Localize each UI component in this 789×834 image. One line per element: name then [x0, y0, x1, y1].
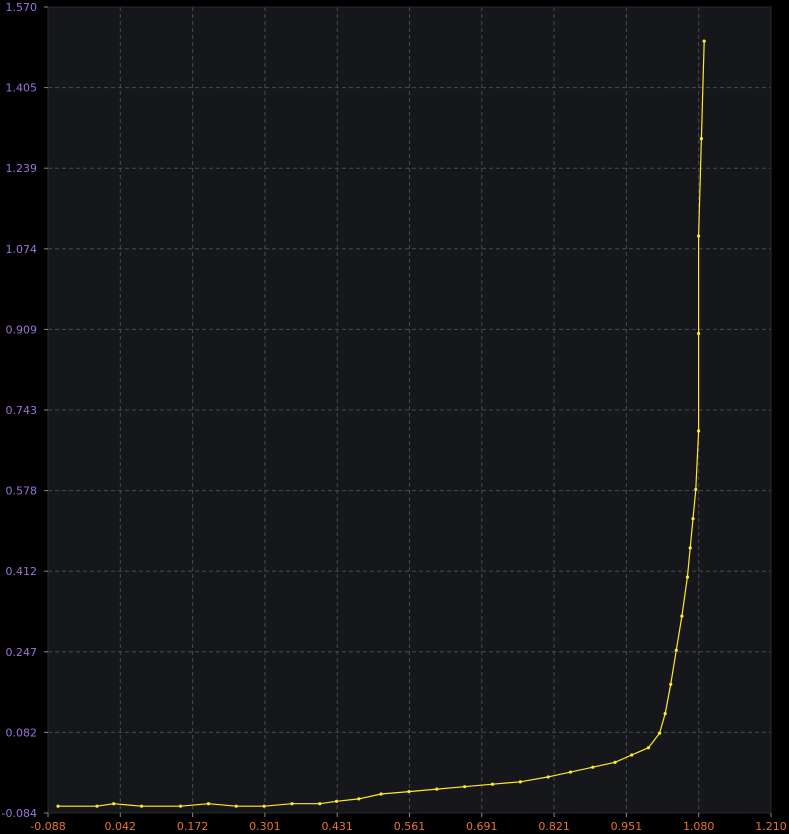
data-point	[657, 731, 662, 735]
chart: -0.088 0.042 0.172 0.301 0.431 0.561 0.691 0.82…	[0, 0, 789, 834]
x-tick-label: 0.172	[177, 820, 209, 833]
y-tick-label: 1.239	[6, 162, 38, 175]
data-point	[178, 804, 183, 808]
data-point	[696, 331, 701, 336]
data-point	[490, 782, 495, 786]
data-point	[112, 802, 116, 806]
data-point	[646, 746, 651, 750]
x-tick-label: 0.691	[466, 820, 498, 833]
data-point	[95, 804, 99, 808]
data-point	[630, 753, 634, 757]
data-point	[262, 804, 266, 808]
x-tick-label: 0.561	[394, 820, 426, 833]
y-tick-label: 0.909	[6, 323, 38, 336]
data-point	[518, 780, 522, 784]
y-tick-label: 0.412	[6, 565, 38, 578]
x-tick-label: 1.210	[755, 820, 787, 833]
y-tick-label: 0.743	[6, 404, 38, 417]
data-point	[613, 760, 617, 764]
data-point	[688, 546, 692, 550]
x-tick-label: 0.431	[321, 820, 353, 833]
data-point	[694, 487, 698, 492]
x-tick-label: 1.080	[683, 820, 715, 833]
data-point	[696, 429, 701, 433]
data-point	[696, 234, 701, 238]
data-point	[669, 682, 673, 686]
x-tick-label: 0.301	[249, 820, 281, 833]
y-tick-label: -0.084	[2, 807, 37, 820]
data-point	[568, 770, 573, 774]
data-point	[435, 787, 439, 791]
data-point	[702, 39, 706, 43]
data-point	[663, 711, 667, 716]
data-point	[357, 797, 361, 801]
x-tick-label: 0.951	[611, 820, 643, 833]
data-point	[674, 648, 678, 652]
x-tick-label: 0.042	[105, 820, 137, 833]
data-point	[463, 785, 467, 789]
y-tick-label: 0.578	[6, 485, 38, 498]
data-point	[591, 765, 595, 769]
data-point	[685, 575, 690, 579]
y-tick-label: 1.570	[6, 1, 38, 14]
data-point	[379, 792, 383, 796]
y-tick-label: 0.247	[6, 646, 38, 659]
data-point	[290, 802, 294, 806]
data-point	[206, 802, 211, 806]
data-point	[546, 775, 550, 779]
data-point	[234, 804, 238, 808]
y-tick-label: 1.405	[6, 82, 38, 95]
data-point	[318, 802, 322, 806]
data-point	[139, 804, 144, 808]
data-point	[56, 804, 60, 808]
data-point	[691, 517, 695, 521]
x-tick-label: 0.821	[538, 820, 570, 833]
y-tick-label: 1.074	[6, 243, 38, 256]
data-point	[680, 614, 684, 618]
x-tick-label: -0.088	[30, 820, 65, 833]
data-point	[699, 136, 703, 141]
y-tick-label: 0.082	[6, 726, 38, 739]
data-point	[334, 799, 339, 803]
data-point	[407, 789, 411, 794]
